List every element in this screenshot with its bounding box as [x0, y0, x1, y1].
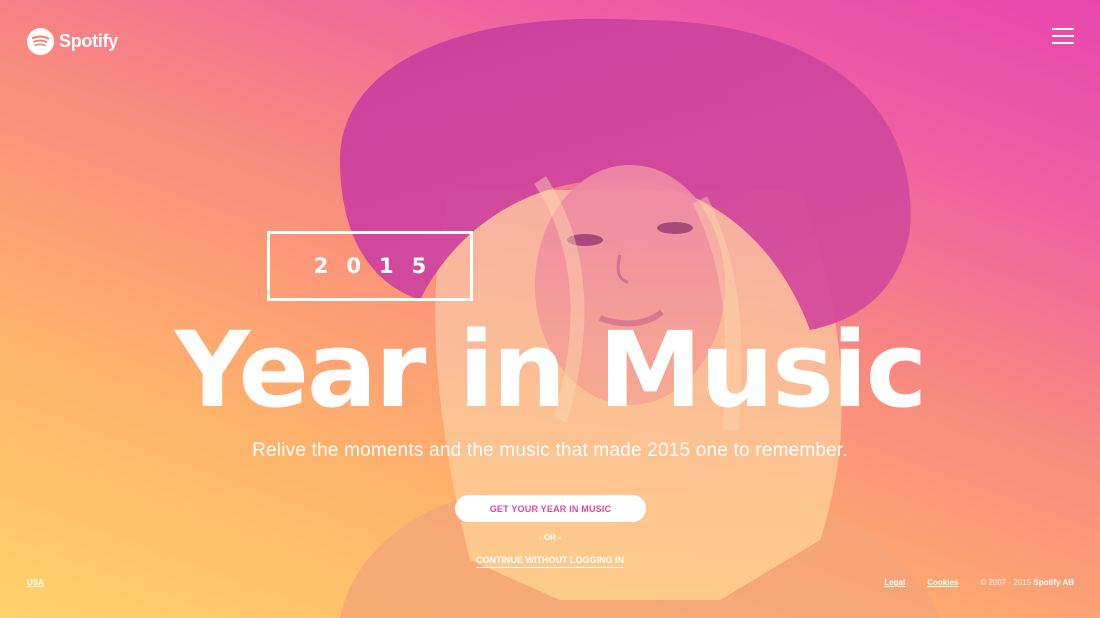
page-subtitle: Relive the moments and the music that ma… [252, 440, 848, 461]
copyright-owner: Spotify AB [1033, 578, 1074, 587]
get-year-in-music-button[interactable]: GET YOUR YEAR IN MUSIC [455, 495, 646, 522]
cookies-link[interactable]: Cookies [927, 578, 958, 587]
spotify-logo-text: Spotify [59, 31, 118, 51]
footer-left: USA [27, 578, 44, 587]
copyright-prefix: © 2007 - 2015 [980, 578, 1032, 587]
continue-without-login-link[interactable]: CONTINUE WITHOUT LOGGING IN [476, 555, 624, 568]
or-separator: - OR - [539, 533, 561, 542]
copyright: © 2007 - 2015 Spotify AB [980, 578, 1074, 587]
footer-right: Legal Cookies © 2007 - 2015 Spotify AB [884, 578, 1074, 587]
year-badge: 2015 [267, 231, 473, 301]
continue-container: CONTINUE WITHOUT LOGGING IN [0, 555, 1100, 568]
spotify-logo[interactable]: Spotify [27, 28, 118, 55]
hamburger-menu-icon[interactable] [1052, 27, 1074, 45]
region-link[interactable]: USA [27, 578, 44, 587]
legal-link[interactable]: Legal [884, 578, 905, 587]
page: Spotify 2015 Year in Music Relive the mo… [0, 0, 1100, 618]
page-title: Year in Music [174, 309, 928, 431]
spotify-logo-icon [27, 28, 54, 55]
